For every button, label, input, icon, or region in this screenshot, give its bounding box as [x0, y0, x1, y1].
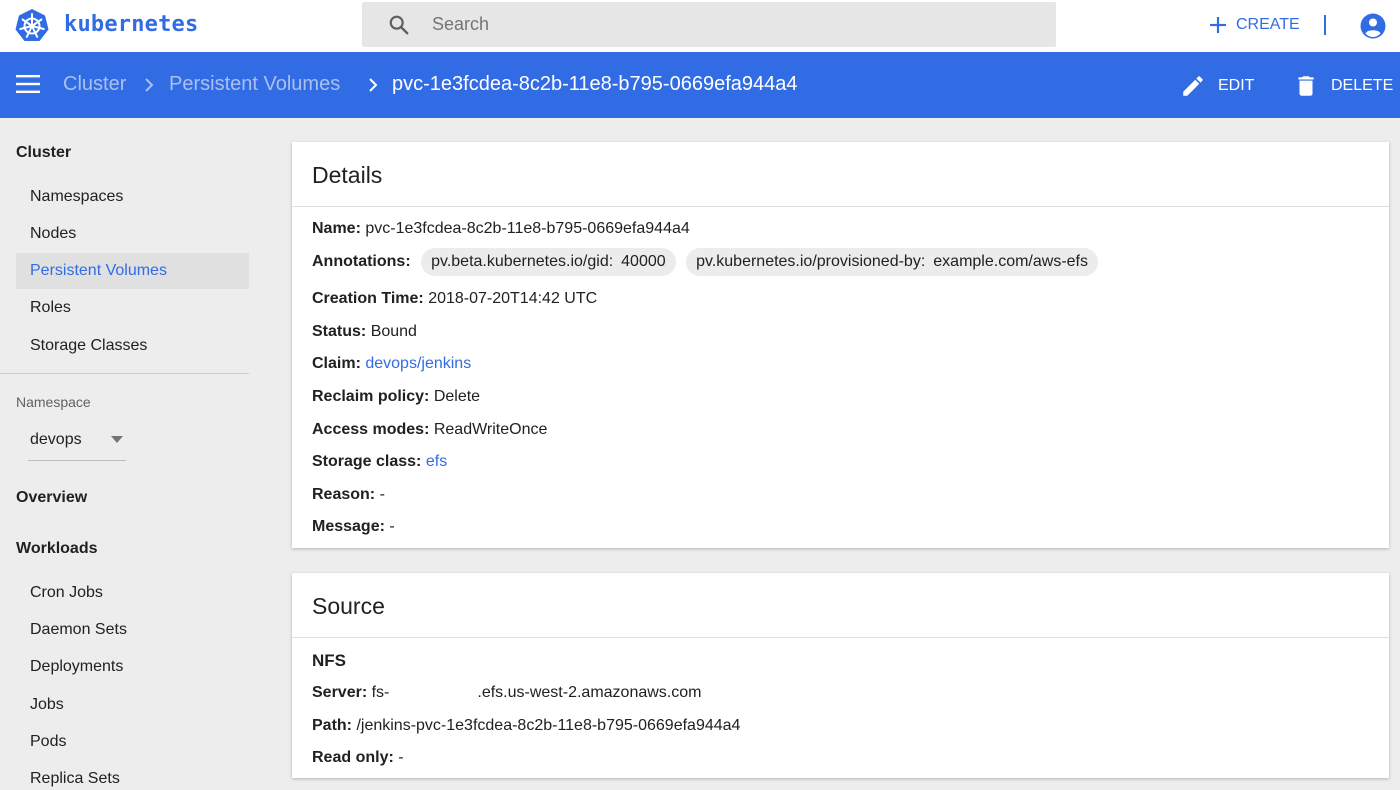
sidebar-heading-cluster[interactable]: Cluster	[16, 144, 71, 162]
detail-key: Read only:	[312, 749, 394, 766]
detail-key: Name:	[312, 220, 361, 237]
namespace-value: devops	[30, 431, 82, 448]
detail-status: Status: Bound	[312, 323, 417, 341]
detail-name: Name: pvc-1e3fcdea-8c2b-11e8-b795-0669ef…	[312, 220, 690, 238]
detail-claim: Claim: devops/jenkins	[312, 355, 471, 373]
trash-icon	[1298, 76, 1314, 96]
edit-button[interactable]: EDIT	[1180, 72, 1254, 100]
sidebar-item-nodes[interactable]: Nodes	[16, 216, 249, 252]
create-label: CREATE	[1236, 16, 1300, 33]
kubernetes-logo-icon[interactable]	[14, 8, 50, 44]
sidebar-item-storage-classes[interactable]: Storage Classes	[16, 328, 249, 364]
detail-value: /jenkins-pvc-1e3fcdea-8c2b-11e8-b795-066…	[356, 717, 741, 734]
detail-annotations: Annotations: pv.beta.kubernetes.io/gid: 4…	[312, 248, 1098, 276]
source-server: Server: fs- .efs.us-west-2.amazonaws.com	[312, 684, 701, 702]
sidebar-item-replica-sets[interactable]: Replica Sets	[16, 761, 249, 790]
breadcrumb-current: pvc-1e3fcdea-8c2b-11e8-b795-0669efa944a4	[392, 73, 798, 95]
chevron-right-icon	[145, 78, 154, 92]
sidebar-item-cron-jobs[interactable]: Cron Jobs	[16, 575, 249, 611]
namespace-select[interactable]: devops	[28, 424, 126, 461]
detail-reclaim-policy: Reclaim policy: Delete	[312, 388, 480, 406]
sidebar-heading-workloads[interactable]: Workloads	[16, 540, 98, 558]
hamburger-menu-icon[interactable]	[16, 74, 40, 94]
detail-key: Path:	[312, 717, 352, 734]
plus-icon	[1210, 17, 1226, 33]
chevron-right-icon	[369, 78, 378, 92]
sidebar-heading-overview[interactable]: Overview	[16, 489, 87, 507]
detail-key: Reclaim policy:	[312, 388, 430, 405]
detail-value: ReadWriteOnce	[433, 421, 548, 438]
edit-label: EDIT	[1218, 77, 1255, 94]
pencil-icon	[1183, 76, 1203, 96]
detail-key: Message:	[312, 518, 385, 535]
annotation-value: 40000	[621, 253, 666, 270]
delete-label: DELETE	[1331, 77, 1394, 94]
app-name[interactable]: kubernetes	[64, 12, 198, 37]
source-type: NFS	[312, 651, 346, 670]
sidebar-item-deployments[interactable]: Deployments	[16, 649, 249, 685]
server-prefix: fs-	[371, 684, 390, 701]
server-suffix: .efs.us-west-2.amazonaws.com	[477, 684, 702, 701]
dropdown-arrow-icon	[111, 436, 123, 443]
source-title: Source	[312, 593, 385, 619]
storage-class-link[interactable]: efs	[426, 453, 447, 470]
source-path: Path: /jenkins-pvc-1e3fcdea-8c2b-11e8-b7…	[312, 717, 740, 735]
source-read-only: Read only: -	[312, 749, 404, 767]
detail-key: Creation Time:	[312, 290, 424, 307]
details-title: Details	[312, 162, 383, 188]
source-card: Source NFS Server: fs- .efs.us-west-2.ama…	[292, 573, 1389, 778]
sidebar-divider	[0, 373, 249, 374]
annotation-chip: pv.beta.kubernetes.io/gid: 40000	[421, 248, 676, 276]
breadcrumb-persistent-volumes[interactable]: Persistent Volumes	[169, 73, 340, 96]
claim-link[interactable]: devops/jenkins	[365, 355, 471, 372]
delete-button[interactable]: DELETE	[1293, 72, 1393, 100]
search-input[interactable]	[432, 2, 1032, 47]
sidebar-item-namespaces[interactable]: Namespaces	[16, 179, 249, 215]
annotation-key: pv.kubernetes.io/provisioned-by:	[696, 253, 926, 270]
detail-value: 2018-07-20T14:42 UTC	[428, 290, 598, 307]
top-bar: kubernetes CREATE	[0, 0, 1400, 52]
sidebar-item-persistent-volumes[interactable]: Persistent Volumes	[16, 253, 249, 289]
detail-value: -	[379, 486, 385, 503]
detail-value: -	[389, 518, 395, 535]
detail-key: Storage class:	[312, 453, 422, 470]
topbar-divider	[1324, 15, 1326, 35]
annotation-value: example.com/aws-efs	[933, 253, 1088, 270]
sidebar-item-roles[interactable]: Roles	[16, 290, 249, 326]
detail-key: Server:	[312, 684, 368, 701]
detail-value: Delete	[433, 388, 481, 405]
sidebar-item-jobs[interactable]: Jobs	[16, 687, 249, 723]
annotation-chip: pv.kubernetes.io/provisioned-by: example.…	[686, 248, 1098, 276]
detail-access-modes: Access modes: ReadWriteOnce	[312, 421, 547, 439]
sidebar-item-pods[interactable]: Pods	[16, 724, 249, 760]
detail-message: Message: -	[312, 518, 395, 536]
breadcrumb-cluster[interactable]: Cluster	[63, 73, 126, 96]
detail-key: Status:	[312, 323, 367, 340]
card-divider	[292, 206, 1389, 207]
account-circle-icon[interactable]	[1360, 13, 1386, 39]
sidebar-nav: Cluster Namespaces Nodes Persistent Volu…	[0, 118, 266, 790]
namespace-label: Namespace	[16, 394, 91, 410]
detail-key: Annotations:	[312, 253, 411, 270]
detail-value: Bound	[370, 323, 417, 340]
search-bar[interactable]	[362, 2, 1056, 47]
details-card: Details Name: pvc-1e3fcdea-8c2b-11e8-b79…	[292, 142, 1389, 548]
detail-key: Reason:	[312, 486, 376, 503]
sidebar-item-daemon-sets[interactable]: Daemon Sets	[16, 612, 249, 648]
detail-key: Access modes:	[312, 421, 430, 438]
create-button[interactable]: CREATE	[1208, 12, 1300, 38]
detail-value: pvc-1e3fcdea-8c2b-11e8-b795-0669efa944a4	[365, 220, 690, 237]
annotation-key: pv.beta.kubernetes.io/gid:	[431, 253, 614, 270]
card-divider	[292, 637, 1389, 638]
action-bar: Cluster Persistent Volumes pvc-1e3fcdea-…	[0, 52, 1400, 118]
search-icon	[389, 15, 409, 35]
detail-value: -	[398, 749, 404, 766]
detail-storage-class: Storage class: efs	[312, 453, 447, 471]
detail-reason: Reason: -	[312, 486, 385, 504]
detail-key: Claim:	[312, 355, 361, 372]
detail-creation-time: Creation Time: 2018-07-20T14:42 UTC	[312, 290, 597, 308]
